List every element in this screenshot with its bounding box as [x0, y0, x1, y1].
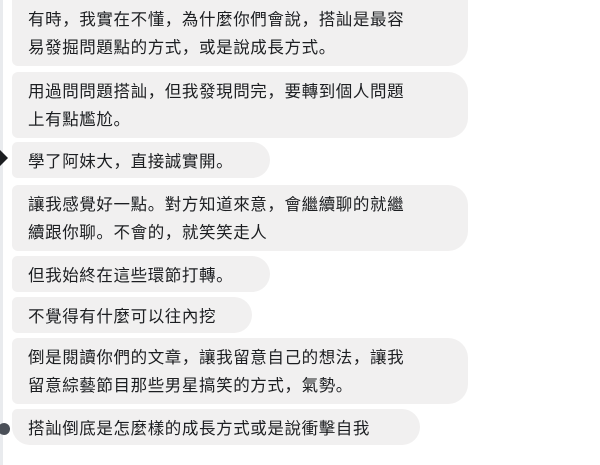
- message-bubble[interactable]: 搭訕倒底是怎麼樣的成長方式或是說衝擊自我: [12, 409, 420, 445]
- chat-thread: 有時，我實在不懂，為什麼你們會說，搭訕是最容 易發掘問題點的方式，或是說成長方式…: [0, 0, 600, 465]
- message-line: 搭訕倒底是怎麼樣的成長方式或是說衝擊自我: [28, 419, 370, 438]
- message-line: 用過問問題搭訕，但我發現問完，要轉到個人問題: [28, 82, 405, 101]
- message-line: 倒是閱讀你們的文章，讓我留意自己的想法，讓我: [28, 348, 405, 367]
- message-line: 易發掘問題點的方式，或是說成長方式。: [28, 38, 336, 57]
- message-bubble[interactable]: 讓我感覺好一點。對方知道來意，會繼續聊的就繼 續跟你聊。不會的，就笑笑走人: [12, 185, 468, 251]
- message-bubble[interactable]: 有時，我實在不懂，為什麼你們會說，搭訕是最容 易發掘問題點的方式，或是說成長方式…: [12, 0, 468, 66]
- message-line: 留意綜藝節目那些男星搞笑的方式，氣勢。: [28, 376, 353, 395]
- message-pointer-icon: [0, 150, 8, 166]
- message-bubble[interactable]: 不覺得有什麼可以往內挖: [12, 297, 252, 333]
- message-bubble[interactable]: 但我始終在這些環節打轉。: [12, 256, 270, 292]
- message-bubble[interactable]: 學了阿妹大，直接誠實開。: [12, 142, 270, 178]
- message-bubble[interactable]: 倒是閱讀你們的文章，讓我留意自己的想法，讓我 留意綜藝節目那些男星搞笑的方式，氣…: [12, 338, 468, 404]
- message-line: 不覺得有什麼可以往內挖: [28, 307, 217, 326]
- message-line: 學了阿妹大，直接誠實開。: [28, 152, 234, 171]
- message-bubble[interactable]: 用過問問題搭訕，但我發現問完，要轉到個人問題 上有點尷尬。: [12, 72, 468, 138]
- message-line: 續跟你聊。不會的，就笑笑走人: [28, 223, 268, 242]
- message-line: 讓我感覺好一點。對方知道來意，會繼續聊的就繼: [28, 195, 405, 214]
- message-line: 但我始終在這些環節打轉。: [28, 266, 234, 285]
- message-line: 有時，我實在不懂，為什麼你們會說，搭訕是最容: [28, 10, 405, 29]
- avatar[interactable]: [0, 423, 10, 435]
- thread-edge: [0, 0, 3, 465]
- message-line: 上有點尷尬。: [28, 110, 131, 129]
